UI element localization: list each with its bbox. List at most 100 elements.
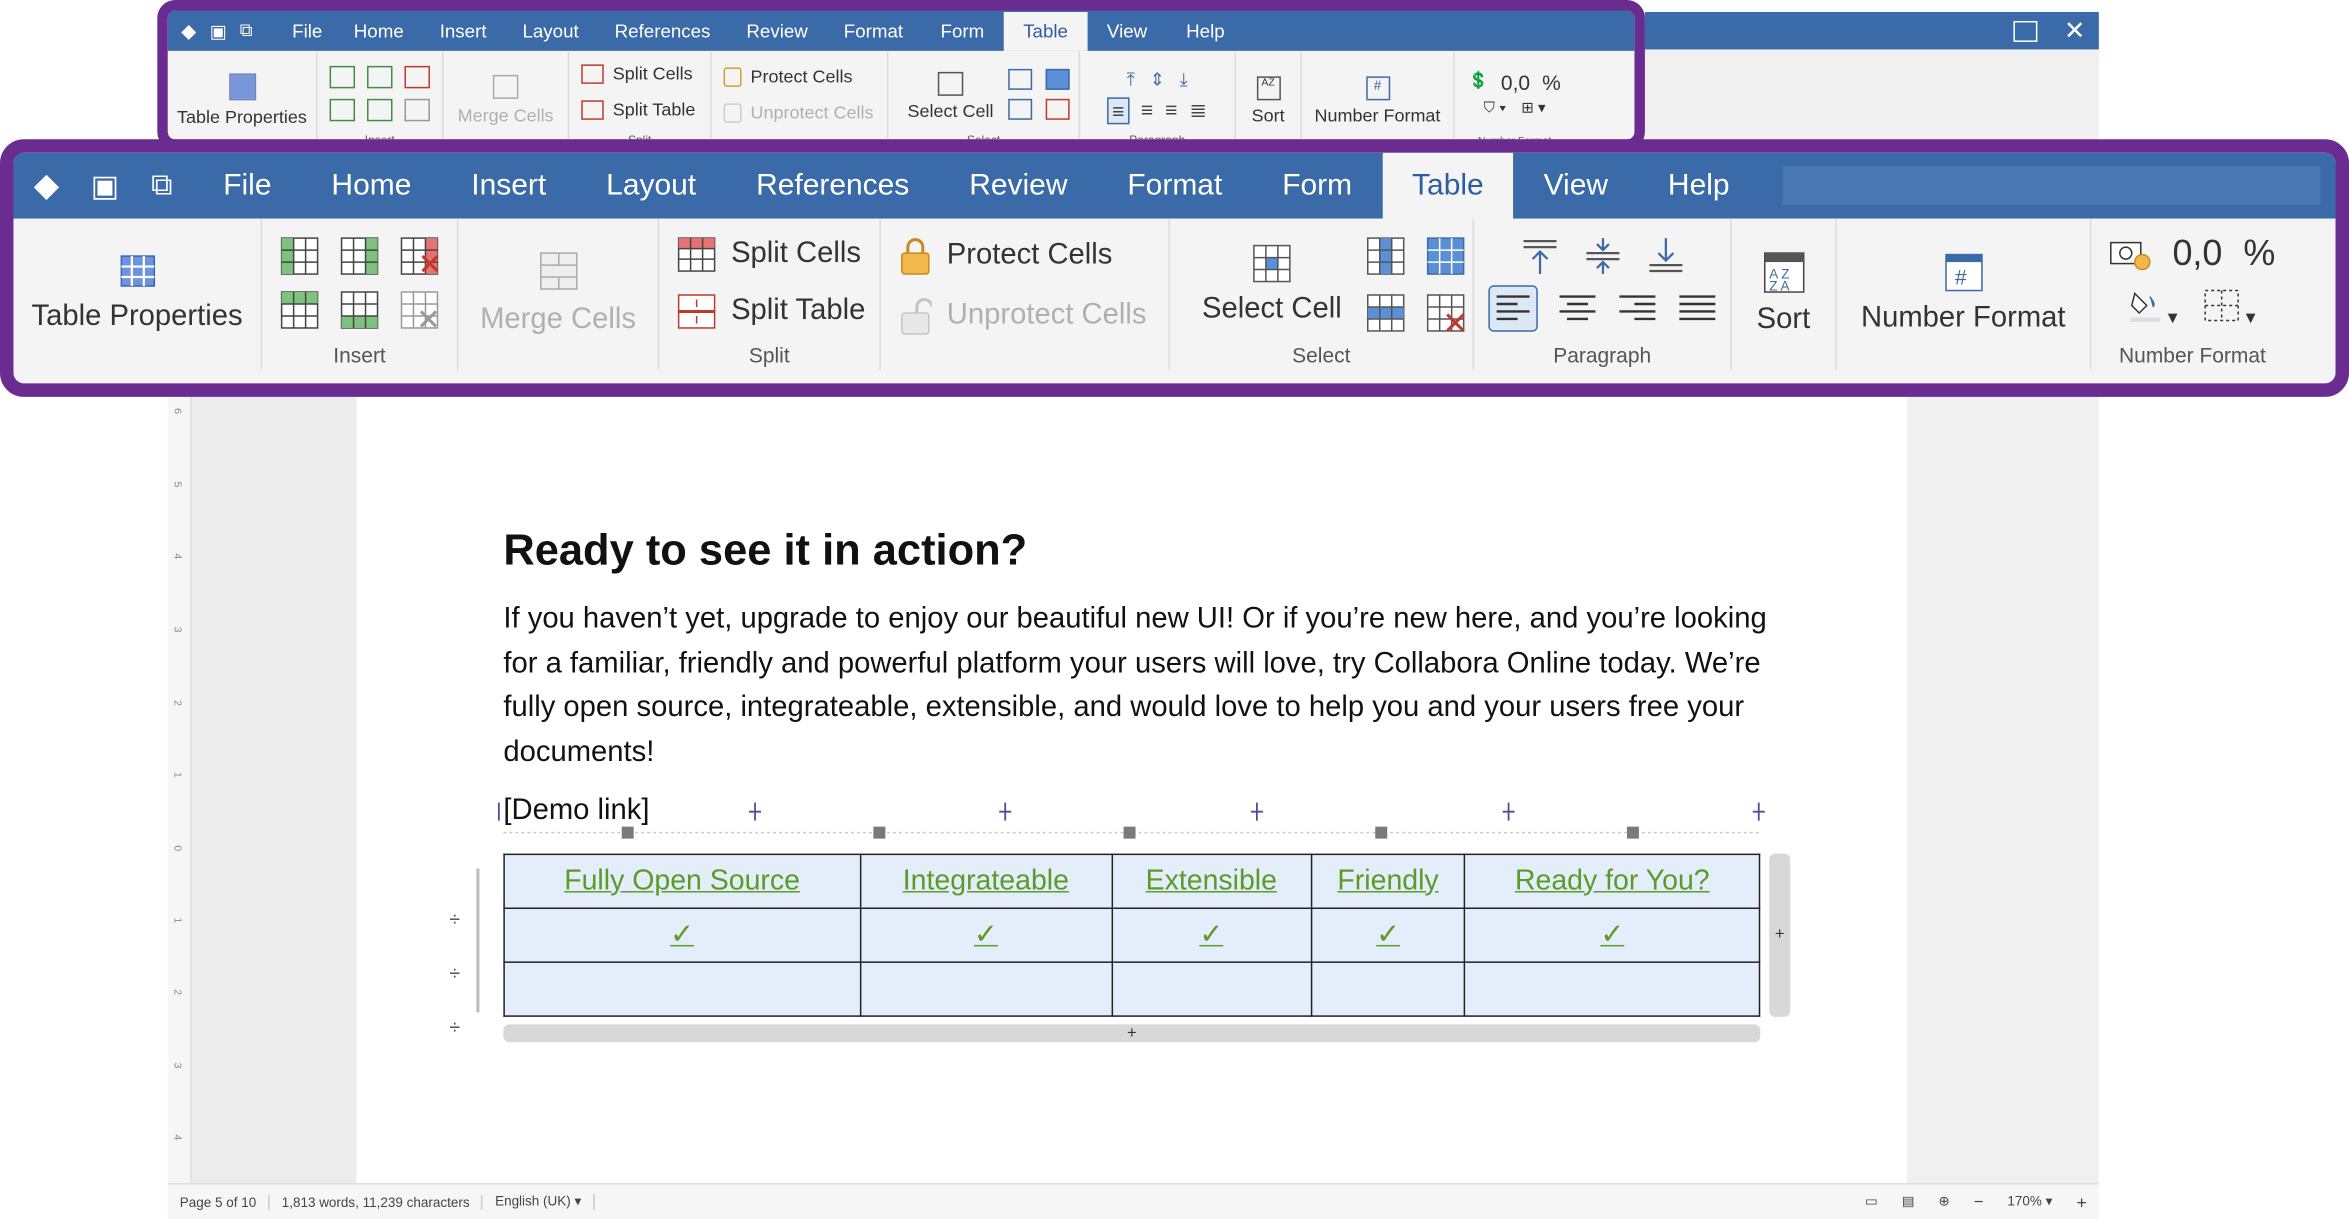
delete-rows-icon[interactable]	[404, 98, 430, 121]
save-icon[interactable]: ▣	[210, 20, 240, 41]
table-cell[interactable]	[1310, 961, 1466, 1017]
align-center-icon[interactable]	[1556, 284, 1598, 332]
close-icon[interactable]: ✕	[2064, 16, 2085, 46]
delete-columns-icon[interactable]	[400, 236, 439, 275]
align-top-icon[interactable]: ⤒	[1127, 68, 1135, 90]
insert-column-left-icon[interactable]	[280, 236, 319, 275]
currency-icon[interactable]	[2110, 236, 2152, 272]
row-handle-strip[interactable]	[476, 868, 488, 1013]
table-header-cell[interactable]: Fully Open Source	[503, 853, 861, 910]
select-cell-button[interactable]: Select Cell	[1202, 244, 1342, 326]
protect-cells-button[interactable]: Protect Cells	[723, 66, 887, 87]
tab-insert[interactable]: Insert	[422, 13, 505, 49]
table-header-cell[interactable]: Ready for You?	[1464, 853, 1761, 910]
table-cell[interactable]	[1464, 961, 1761, 1017]
tab-help[interactable]: Help	[1638, 153, 1760, 217]
check-cell[interactable]: ✓	[1310, 907, 1466, 963]
document-page[interactable]	[356, 393, 1908, 1184]
unprotect-cells-button[interactable]: Unprotect Cells	[723, 102, 887, 123]
merge-cells-button[interactable]: Merge Cells	[480, 303, 636, 337]
currency-icon[interactable]: 💲	[1468, 70, 1489, 94]
tab-home[interactable]: Home	[336, 13, 422, 49]
align-bottom-icon[interactable]: ⤓	[1180, 68, 1188, 90]
tab-references[interactable]: References	[726, 153, 939, 217]
align-top-icon[interactable]	[1520, 236, 1559, 275]
tab-form[interactable]: Form	[1252, 153, 1382, 217]
align-bottom-icon[interactable]	[1646, 236, 1685, 275]
tab-file[interactable]: File	[279, 13, 336, 49]
table-cell[interactable]	[503, 961, 861, 1017]
add-column-button[interactable]: +	[1769, 853, 1791, 1017]
fill-color-button[interactable]: ▾	[2129, 287, 2177, 329]
tab-review[interactable]: Review	[728, 13, 825, 49]
unprotect-cells-button[interactable]: Unprotect Cells	[899, 296, 1169, 335]
insert-row-above-icon[interactable]	[329, 98, 356, 121]
table-header-cell[interactable]: Extensible	[1110, 853, 1312, 910]
tab-home[interactable]: Home	[301, 153, 441, 217]
table-cell[interactable]	[859, 961, 1113, 1017]
tab-insert[interactable]: Insert	[441, 153, 576, 217]
document-paragraph[interactable]: If you haven’t yet, upgrade to enjoy our…	[503, 598, 1776, 775]
check-cell[interactable]: ✓	[1110, 907, 1312, 963]
delete-rows-icon[interactable]	[400, 290, 439, 329]
number-format-button[interactable]: Number Format	[1315, 104, 1441, 125]
align-left-icon[interactable]: ≡	[1107, 96, 1129, 124]
open-external-icon[interactable]: ⧉	[240, 19, 279, 41]
fill-color-icon[interactable]: ⛉ ▾	[1484, 100, 1507, 116]
tab-layout[interactable]: Layout	[576, 153, 726, 217]
split-table-button[interactable]: Split Table	[581, 99, 710, 120]
table-properties-button[interactable]: Table Properties	[32, 300, 243, 334]
merge-cells-button[interactable]: Merge Cells	[458, 105, 554, 126]
split-cells-button[interactable]: Split Cells	[677, 236, 879, 272]
tab-help[interactable]: Help	[1167, 13, 1244, 49]
features-table[interactable]: Fully Open Source Integrateable Extensib…	[503, 853, 1761, 1017]
tab-table[interactable]: Table	[1003, 11, 1088, 51]
table-cell[interactable]	[1110, 961, 1312, 1017]
table-properties-button[interactable]: Table Properties	[177, 106, 307, 127]
select-table-icon[interactable]	[1426, 236, 1465, 275]
delete-table-icon[interactable]	[1426, 293, 1465, 332]
tab-review[interactable]: Review	[939, 153, 1097, 217]
tab-format[interactable]: Format	[1097, 153, 1252, 217]
insert-row-below-icon[interactable]	[340, 290, 379, 329]
document-heading[interactable]: Ready to see it in action?	[503, 527, 1027, 576]
tab-view[interactable]: View	[1514, 153, 1638, 217]
delete-columns-icon[interactable]	[404, 65, 430, 88]
page-count[interactable]: Page 5 of 10	[168, 1194, 270, 1210]
check-cell[interactable]: ✓	[1464, 907, 1761, 963]
insert-column-right-icon[interactable]	[340, 236, 379, 275]
justify-icon[interactable]	[1676, 284, 1718, 332]
decimal-format-icon[interactable]: 0,0	[1501, 70, 1530, 94]
row-resize-markers[interactable]: ÷ ÷ ÷	[449, 893, 460, 1055]
tab-format[interactable]: Format	[826, 13, 921, 49]
select-table-icon[interactable]	[1045, 68, 1070, 90]
align-left-icon[interactable]	[1487, 284, 1538, 332]
insert-row-above-icon[interactable]	[280, 290, 319, 329]
save-icon[interactable]: ▣	[79, 167, 130, 204]
select-cell-button[interactable]: Select Cell	[908, 71, 993, 121]
insert-column-right-icon[interactable]	[367, 65, 393, 88]
percent-icon[interactable]: %	[1542, 70, 1561, 94]
tab-form[interactable]: Form	[921, 13, 1004, 49]
tab-file[interactable]: File	[193, 153, 301, 217]
table-header-cell[interactable]: Friendly	[1310, 853, 1466, 910]
decimal-format-icon[interactable]: 0,0	[2172, 233, 2222, 275]
split-cells-button[interactable]: Split Cells	[581, 63, 710, 84]
sidebar-toggle-icon[interactable]	[2013, 20, 2038, 42]
protect-cells-button[interactable]: Protect Cells	[899, 236, 1169, 275]
align-center-icon[interactable]: ≡	[1141, 97, 1153, 124]
zoom-level[interactable]: 170% ▾	[1995, 1194, 2064, 1210]
tab-references[interactable]: References	[597, 13, 729, 49]
app-logo-icon[interactable]: ◆	[13, 166, 79, 205]
table-header-cell[interactable]: Integrateable	[859, 853, 1113, 910]
number-format-button[interactable]: Number Format	[1861, 301, 2066, 335]
tab-view[interactable]: View	[1087, 13, 1166, 49]
select-row-icon[interactable]	[1366, 293, 1405, 332]
tab-layout[interactable]: Layout	[505, 13, 597, 49]
justify-icon[interactable]: ≣	[1189, 97, 1207, 124]
percent-icon[interactable]: %	[2243, 233, 2275, 275]
zoom-fit-icon[interactable]: ⊕	[1926, 1194, 1961, 1210]
vertical-ruler[interactable]: 6 5 4 3 2 1 0 1 2 3 4	[167, 393, 192, 1184]
insert-column-left-icon[interactable]	[329, 65, 356, 88]
open-external-icon[interactable]: ⧉	[130, 168, 193, 202]
